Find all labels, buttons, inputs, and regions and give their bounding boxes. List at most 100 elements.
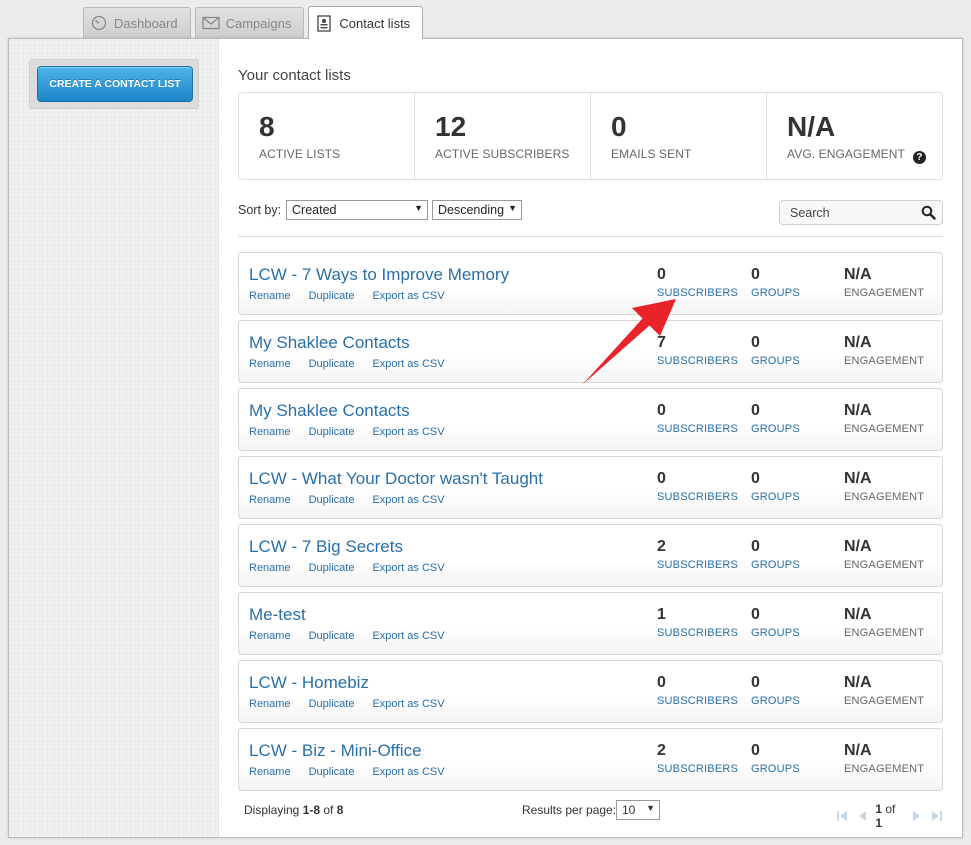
stats-summary: 8 ACTIVE LISTS 12 ACTIVE SUBSCRIBERS 0 E… [238,92,943,180]
subscribers-metric[interactable]: 0 SUBSCRIBERS [657,402,738,435]
sort-order-select[interactable]: Descending ▼ [432,200,522,220]
stat-label: AVG. ENGAGEMENT? [787,147,942,164]
export-csv-link[interactable]: Export as CSV [372,698,444,710]
rename-link[interactable]: Rename [249,494,291,506]
groups-metric[interactable]: 0 GROUPS [751,266,800,299]
contact-list-row: LCW - 7 Big Secrets Rename Duplicate Expor… [238,524,943,587]
rename-link[interactable]: Rename [249,358,291,370]
groups-metric[interactable]: 0 GROUPS [751,334,800,367]
tab-dashboard[interactable]: Dashboard [83,7,191,38]
help-icon[interactable]: ? [912,151,926,164]
duplicate-link[interactable]: Duplicate [309,426,355,438]
duplicate-link[interactable]: Duplicate [309,290,355,302]
duplicate-link[interactable]: Duplicate [309,766,355,778]
export-csv-link[interactable]: Export as CSV [372,494,444,506]
subscribers-metric[interactable]: 0 SUBSCRIBERS [657,266,738,299]
export-csv-link[interactable]: Export as CSV [372,766,444,778]
last-page-icon[interactable] [931,809,943,823]
list-name-link[interactable]: Me-test [249,605,306,625]
engagement-metric: N/A ENGAGEMENT [844,402,924,435]
engagement-value: N/A [844,402,872,419]
results-per-page-value: 10 [622,803,636,817]
list-name-link[interactable]: My Shaklee Contacts [249,333,410,353]
groups-label: GROUPS [751,491,800,503]
engagement-label: ENGAGEMENT [844,423,925,435]
subscribers-metric[interactable]: 1 SUBSCRIBERS [657,606,738,639]
envelope-icon [201,14,220,32]
engagement-value: N/A [844,266,872,283]
next-page-icon[interactable] [912,809,923,823]
engagement-value: N/A [844,606,872,623]
list-name-link[interactable]: My Shaklee Contacts [249,401,410,421]
rename-link[interactable]: Rename [249,426,291,438]
duplicate-link[interactable]: Duplicate [309,698,355,710]
sort-order-value: Descending [438,203,505,217]
gauge-icon [90,14,108,32]
contact-list-icon [315,14,333,32]
search-icon[interactable] [921,205,936,225]
list-name-link[interactable]: LCW - What Your Doctor wasn't Taught [249,469,543,489]
rename-link[interactable]: Rename [249,698,291,710]
groups-metric[interactable]: 0 GROUPS [751,742,800,775]
rename-link[interactable]: Rename [249,562,291,574]
groups-metric[interactable]: 0 GROUPS [751,606,800,639]
duplicate-link[interactable]: Duplicate [309,562,355,574]
groups-metric[interactable]: 0 GROUPS [751,402,800,435]
stat-emails-sent: 0 EMAILS SENT [591,93,767,179]
prev-page-icon[interactable] [856,809,867,823]
groups-count: 0 [751,538,760,555]
sort-bar: Sort by: Created ▼ Descending ▼ [238,200,943,225]
groups-metric[interactable]: 0 GROUPS [751,470,800,503]
duplicate-link[interactable]: Duplicate [309,358,355,370]
export-csv-link[interactable]: Export as CSV [372,290,444,302]
groups-metric[interactable]: 0 GROUPS [751,538,800,571]
tab-contact-lists[interactable]: Contact lists [308,6,424,39]
stat-label: ACTIVE SUBSCRIBERS [435,147,570,161]
stat-label: EMAILS SENT [611,147,692,161]
search-input[interactable] [780,201,915,220]
subscribers-label: SUBSCRIBERS [657,559,739,571]
sort-field-select[interactable]: Created ▼ [286,200,428,220]
rename-link[interactable]: Rename [249,630,291,642]
first-page-icon[interactable] [836,809,848,823]
tab-campaigns[interactable]: Campaigns [194,7,305,38]
engagement-metric: N/A ENGAGEMENT [844,334,924,367]
export-csv-link[interactable]: Export as CSV [372,562,444,574]
export-csv-link[interactable]: Export as CSV [372,630,444,642]
chevron-down-icon: ▼ [646,803,655,813]
rename-link[interactable]: Rename [249,290,291,302]
groups-metric[interactable]: 0 GROUPS [751,674,800,707]
engagement-label: ENGAGEMENT [844,287,925,299]
rename-link[interactable]: Rename [249,766,291,778]
groups-count: 0 [751,334,760,351]
export-csv-link[interactable]: Export as CSV [372,358,444,370]
chevron-down-icon: ▼ [414,203,423,213]
subscribers-metric[interactable]: 2 SUBSCRIBERS [657,742,738,775]
subscribers-metric[interactable]: 7 SUBSCRIBERS [657,334,738,367]
contact-list-row: My Shaklee Contacts Rename Duplicate Expor… [238,388,943,451]
duplicate-link[interactable]: Duplicate [309,494,355,506]
list-footer: Displaying 1-8 of 8 Results per page: 10… [238,800,943,830]
results-per-page-select[interactable]: 10 ▼ [616,800,660,820]
groups-label: GROUPS [751,423,800,435]
create-contact-list-button[interactable]: CREATE A CONTACT LIST [37,66,193,102]
groups-label: GROUPS [751,559,800,571]
export-csv-link[interactable]: Export as CSV [372,426,444,438]
subscribers-metric[interactable]: 2 SUBSCRIBERS [657,538,738,571]
displaying-of: of [320,803,337,817]
subscribers-count: 2 [657,538,666,555]
tab-label: Dashboard [114,15,178,31]
groups-count: 0 [751,266,760,283]
subscribers-metric[interactable]: 0 SUBSCRIBERS [657,674,738,707]
engagement-metric: N/A ENGAGEMENT [844,742,924,775]
duplicate-link[interactable]: Duplicate [309,630,355,642]
list-name-link[interactable]: LCW - 7 Ways to Improve Memory [249,265,509,285]
engagement-metric: N/A ENGAGEMENT [844,470,924,503]
tab-label: Campaigns [225,15,292,31]
list-name-link[interactable]: LCW - 7 Big Secrets [249,537,403,557]
list-name-link[interactable]: LCW - Homebiz [249,673,369,693]
list-name-link[interactable]: LCW - Biz - Mini-Office [249,741,422,761]
stat-active-lists: 8 ACTIVE LISTS [239,93,415,179]
contact-list-row: LCW - Homebiz Rename Duplicate Export as C… [238,660,943,723]
subscribers-metric[interactable]: 0 SUBSCRIBERS [657,470,738,503]
